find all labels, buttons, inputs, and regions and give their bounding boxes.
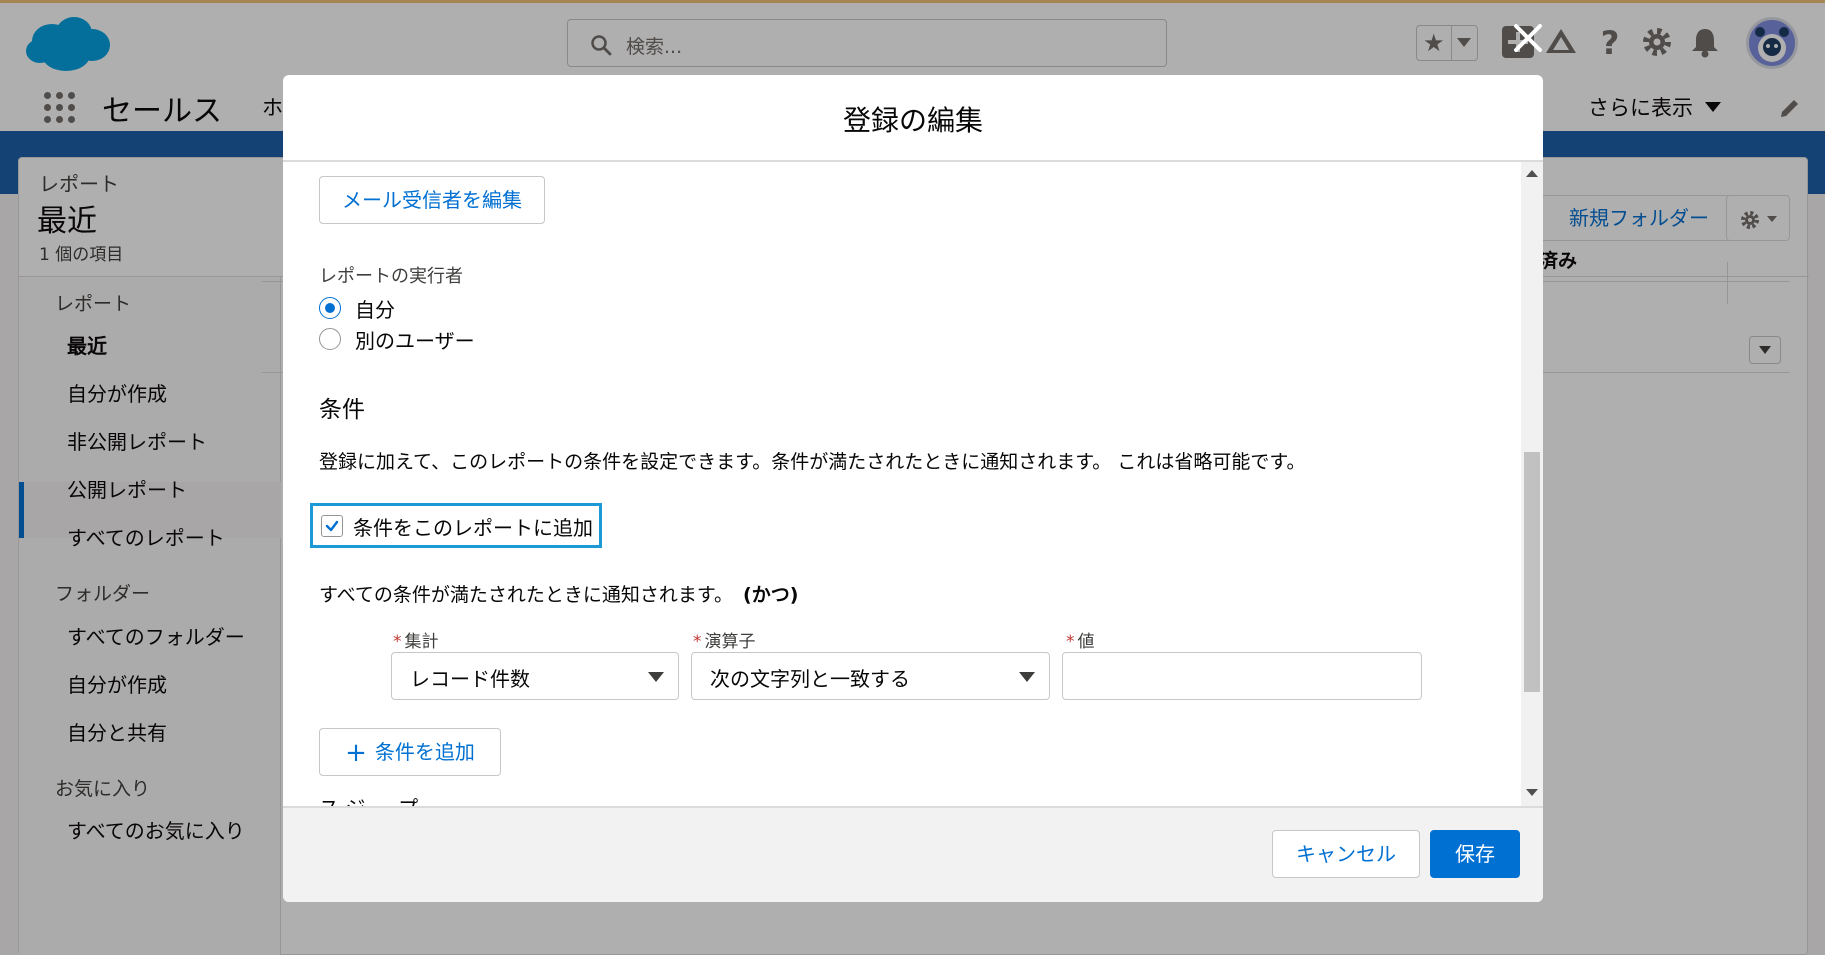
runner-radio-other-user[interactable]	[319, 328, 341, 350]
modal-footer: キャンセル 保存	[283, 806, 1543, 902]
modal-body: メール受信者を編集 レポートの実行者 自分 別のユーザー 条件 登録に加えて、こ…	[283, 162, 1543, 806]
checkmark-icon	[325, 520, 339, 532]
runner-radio-me[interactable]	[319, 297, 341, 319]
plus-icon: +	[345, 738, 367, 768]
add-conditions-label[interactable]: 条件をこのレポートに追加	[353, 512, 593, 541]
runner-option-other-label[interactable]: 別のユーザー	[355, 325, 475, 354]
operator-label: * 演算子	[693, 627, 756, 652]
match-description-text: すべての条件が満たされたときに通知されます。	[319, 584, 734, 606]
runner-label: レポートの実行者	[319, 266, 463, 287]
required-marker: *	[393, 632, 402, 652]
add-conditions-checkbox[interactable]	[321, 515, 343, 537]
edit-subscription-modal: 登録の編集 メール受信者を編集 レポートの実行者 自分 別のユーザー 条件 登録…	[283, 75, 1543, 902]
scroll-down-arrow-icon[interactable]	[1526, 789, 1538, 796]
aggregate-select[interactable]: レコード件数	[391, 652, 679, 700]
aggregate-select-value: レコード件数	[410, 667, 530, 691]
conditions-description: 登録に加えて、このレポートの条件を設定できます。条件が満たされたときに通知されま…	[319, 451, 1306, 473]
add-condition-label: 条件を追加	[374, 740, 475, 764]
required-marker: *	[1066, 632, 1075, 652]
required-marker: *	[693, 632, 702, 652]
aggregate-label-text: 集計	[404, 632, 439, 652]
add-conditions-checkbox-focus[interactable]: 条件をこのレポートに追加	[310, 503, 602, 548]
value-label-text: 値	[1077, 632, 1095, 652]
condition-value-input[interactable]	[1062, 652, 1422, 700]
conditions-title: 条件	[319, 397, 365, 423]
next-section-title-peek: ス ジ ー プ	[319, 792, 418, 806]
runner-option-me-label[interactable]: 自分	[355, 294, 395, 323]
modal-scrollbar[interactable]	[1521, 162, 1543, 806]
scrollbar-thumb[interactable]	[1524, 452, 1540, 692]
close-icon[interactable]	[1508, 18, 1548, 58]
aggregate-label: * 集計	[393, 627, 439, 652]
match-mode: (かつ)	[743, 584, 799, 606]
chevron-down-icon	[648, 672, 664, 682]
match-description: すべての条件が満たされたときに通知されます。 (かつ)	[319, 580, 798, 607]
modal-header: 登録の編集	[283, 75, 1543, 162]
add-condition-button[interactable]: + 条件を追加	[319, 728, 501, 776]
value-label: * 値	[1066, 627, 1095, 652]
operator-label-text: 演算子	[704, 632, 756, 652]
operator-select-value: 次の文字列と一致する	[710, 667, 910, 691]
save-button[interactable]: 保存	[1430, 830, 1520, 878]
edit-recipients-button[interactable]: メール受信者を編集	[319, 176, 545, 224]
chevron-down-icon	[1019, 672, 1035, 682]
scroll-up-arrow-icon[interactable]	[1526, 170, 1538, 177]
cancel-button[interactable]: キャンセル	[1272, 830, 1420, 878]
modal-title: 登録の編集	[842, 104, 983, 137]
operator-select[interactable]: 次の文字列と一致する	[691, 652, 1050, 700]
